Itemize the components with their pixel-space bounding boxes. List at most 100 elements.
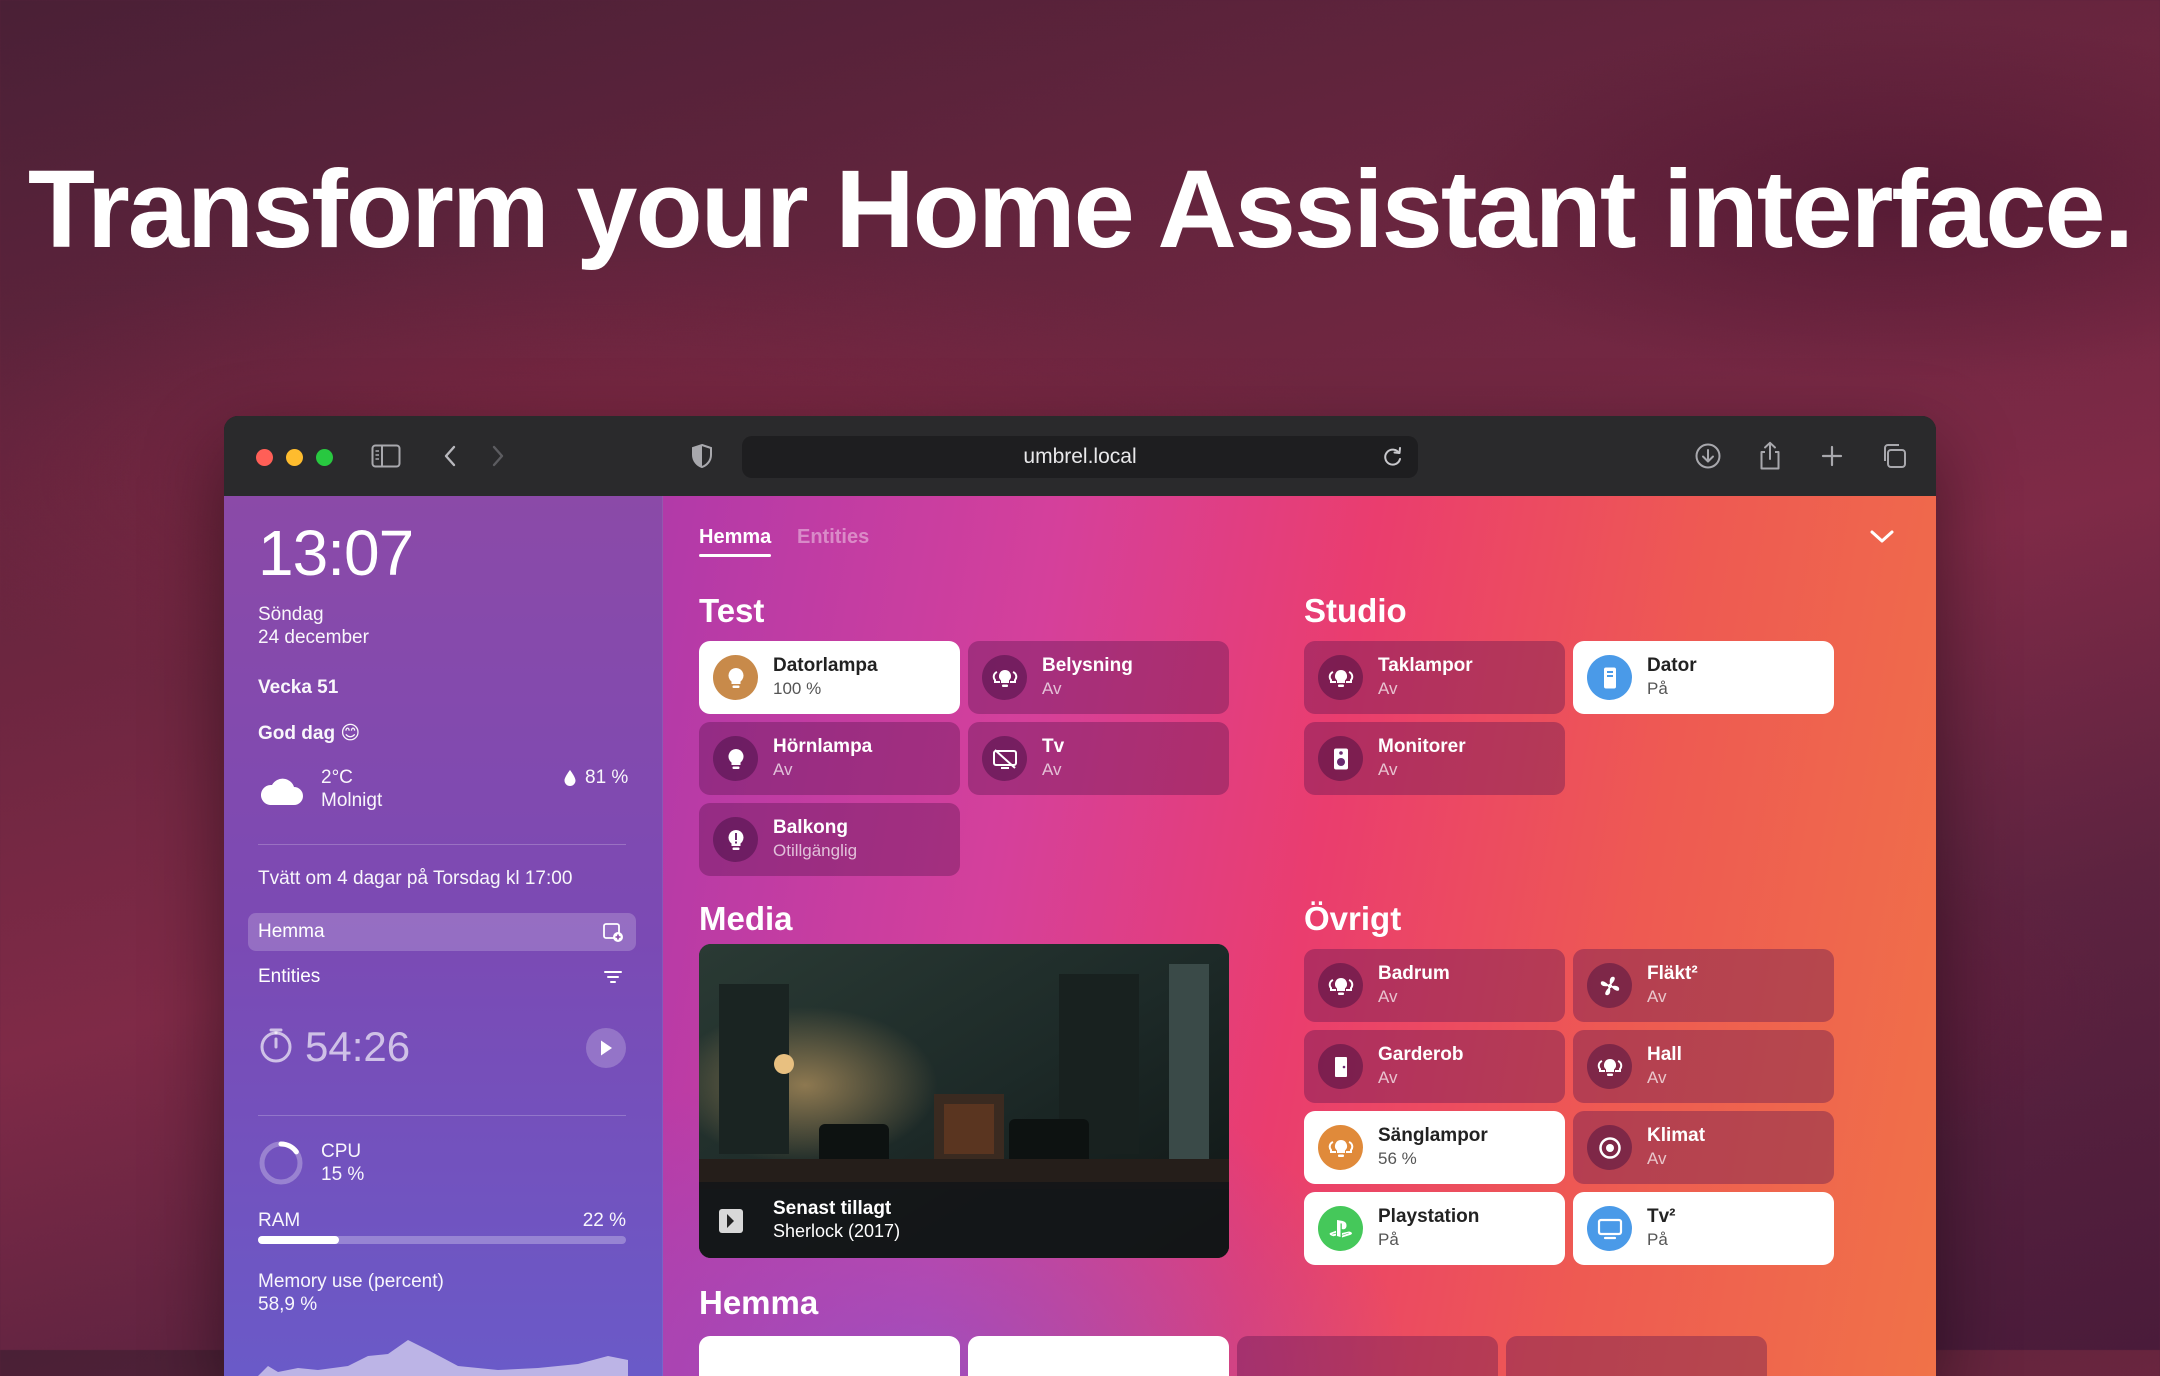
tile-badrum[interactable]: Badrum Av [1304, 949, 1565, 1022]
tile-name: Badrum [1378, 963, 1450, 984]
timer-play-button[interactable] [586, 1028, 626, 1068]
zoom-window-button[interactable] [316, 449, 333, 466]
media-card[interactable]: Senast tillagt Sherlock (2017) [699, 944, 1229, 1258]
cpu-label: CPU [321, 1141, 362, 1162]
tv-off-icon[interactable] [982, 736, 1027, 781]
tile-dator[interactable]: Dator På [1573, 641, 1834, 714]
tile-taklampor[interactable]: Taklampor Av [1304, 641, 1565, 714]
tile-state: Av [1378, 1068, 1398, 1087]
lights-group-icon[interactable] [1318, 963, 1363, 1008]
tile-name: Dator [1647, 655, 1697, 676]
tile-playstation[interactable]: Playstation På [1304, 1192, 1565, 1265]
tile-state: 100 % [773, 679, 822, 698]
tile-name: Playstation [1378, 1206, 1480, 1227]
minimize-window-button[interactable] [286, 449, 303, 466]
humidity: 81 % [585, 767, 629, 788]
speaker-icon[interactable] [1318, 736, 1363, 781]
tile-tv[interactable]: Tv² På [1573, 1192, 1834, 1265]
tile-datorlampa[interactable]: Datorlampa 100 % [699, 641, 960, 714]
fan-icon[interactable] [1587, 963, 1632, 1008]
cpu-ring-icon [258, 1140, 304, 1191]
thermostat-icon[interactable] [1587, 1125, 1632, 1170]
bottom-tile[interactable] [1237, 1336, 1498, 1376]
weather-condition: Molnigt [321, 790, 383, 811]
bulb-icon[interactable] [713, 736, 758, 781]
tile-state: Otillgänglig [773, 841, 858, 860]
door-icon[interactable] [1318, 1044, 1363, 1089]
memory-value: 58,9 % [258, 1294, 318, 1315]
privacy-shield-icon[interactable] [684, 438, 720, 474]
sidebar-item-hemma[interactable]: Hemma [248, 913, 636, 951]
clock: 13:07 [258, 517, 414, 589]
tile-state: Av [1647, 987, 1667, 1006]
bulb-unavailable-icon[interactable] [713, 817, 758, 862]
tile-state: Av [1647, 1149, 1667, 1168]
tile-klimat[interactable]: Klimat Av [1573, 1111, 1834, 1184]
tile-monitorer[interactable]: Monitorer Av [1304, 722, 1565, 795]
tile-name: Tv [1042, 736, 1065, 757]
chevron-down-icon[interactable] [1868, 526, 1896, 551]
downloads-icon[interactable] [1690, 438, 1726, 474]
cloud-icon [258, 775, 304, 812]
memory-sparkline [258, 1326, 628, 1376]
playstation-icon[interactable] [1318, 1206, 1363, 1251]
stopwatch-icon [258, 1026, 294, 1069]
media-subtitle: Sherlock (2017) [773, 1221, 901, 1241]
greeting: God dag 😊 [258, 723, 361, 744]
bulb-icon[interactable] [713, 655, 758, 700]
filter-icon[interactable] [602, 966, 624, 988]
cpu-value: 15 % [321, 1164, 365, 1185]
tile-belysning[interactable]: Belysning Av [968, 641, 1229, 714]
tile-name: Belysning [1042, 655, 1133, 676]
tile-name: Hörnlampa [773, 736, 873, 757]
address-bar[interactable]: umbrel.local [742, 436, 1418, 478]
sidebar-toggle-icon[interactable] [368, 438, 404, 474]
tile-state: På [1647, 679, 1668, 698]
computer-icon[interactable] [1587, 655, 1632, 700]
tile-sänglampor[interactable]: Sänglampor 56 % [1304, 1111, 1565, 1184]
lights-group-icon[interactable] [1587, 1044, 1632, 1089]
lights-group-icon[interactable] [1318, 655, 1363, 700]
close-window-button[interactable] [256, 449, 273, 466]
tile-name: Taklampor [1378, 655, 1473, 676]
tile-name: Datorlampa [773, 655, 878, 676]
dashboard-edit-icon[interactable] [602, 921, 624, 943]
browser-toolbar: umbrel.local [224, 416, 1936, 497]
tile-hall[interactable]: Hall Av [1573, 1030, 1834, 1103]
share-icon[interactable] [1752, 438, 1788, 474]
timer-display: 54:26 [305, 1023, 411, 1070]
url-text: umbrel.local [1023, 445, 1137, 468]
bottom-tile[interactable] [1506, 1336, 1767, 1376]
play-icon [601, 1040, 612, 1056]
reminder-text: Tvätt om 4 dagar på Torsdag kl 17:00 [258, 868, 573, 889]
divider [258, 844, 626, 845]
bottom-tile[interactable] [699, 1336, 960, 1376]
weekday: Söndag [258, 604, 324, 625]
tab-entities[interactable]: Entities [797, 526, 869, 549]
tile-name: Balkong [773, 817, 848, 838]
new-tab-icon[interactable] [1814, 438, 1850, 474]
tile-balkong[interactable]: Balkong Otillgänglig [699, 803, 960, 876]
media-title: Senast tillagt [773, 1198, 892, 1219]
sidebar-item-entities[interactable]: Entities [248, 958, 636, 996]
tile-garderob[interactable]: Garderob Av [1304, 1030, 1565, 1103]
memory-label: Memory use (percent) [258, 1271, 444, 1292]
tile-fläkt[interactable]: Fläkt² Av [1573, 949, 1834, 1022]
forward-icon[interactable] [480, 438, 516, 474]
ram-bar [258, 1236, 626, 1244]
section-title-test: Test [699, 592, 765, 629]
bottom-tile[interactable] [968, 1336, 1229, 1376]
tile-hörnlampa[interactable]: Hörnlampa Av [699, 722, 960, 795]
reload-icon[interactable] [1380, 444, 1406, 470]
main-area: Hemma Entities Test Studio Media Övrigt … [662, 496, 1936, 1376]
lights-group-icon[interactable] [982, 655, 1027, 700]
tile-state: På [1647, 1230, 1668, 1249]
tile-tv[interactable]: Tv Av [968, 722, 1229, 795]
tab-overview-icon[interactable] [1876, 438, 1912, 474]
sidebar-item-label: Hemma [258, 921, 325, 942]
monitor-icon[interactable] [1587, 1206, 1632, 1251]
back-icon[interactable] [432, 438, 468, 474]
lights-group-icon[interactable] [1318, 1125, 1363, 1170]
date: 24 december [258, 627, 369, 648]
tab-hemma[interactable]: Hemma [699, 526, 772, 557]
